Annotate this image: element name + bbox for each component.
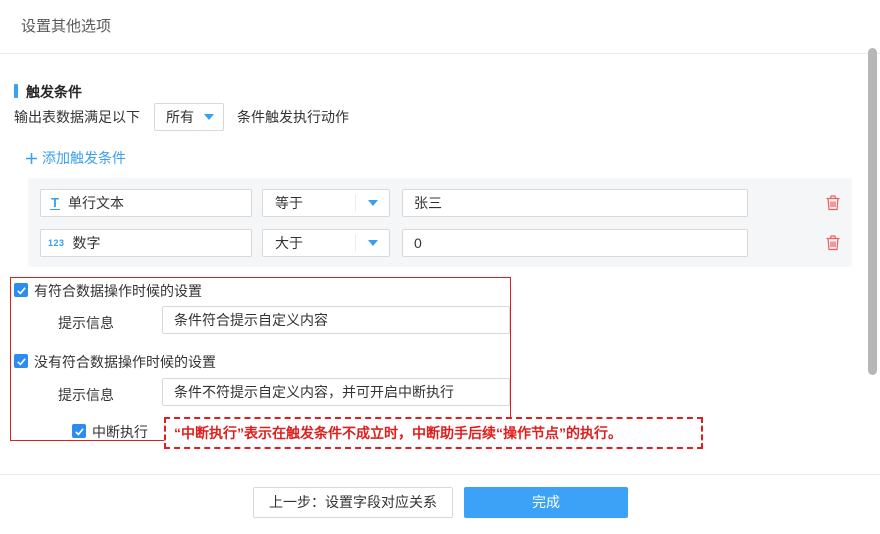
dialog-title: 设置其他选项 [21, 15, 111, 36]
section-accent-bar [14, 84, 18, 98]
delete-condition-button[interactable] [824, 234, 842, 252]
chevron-down-icon [368, 200, 378, 206]
matched-settings-label: 有符合数据操作时候的设置 [34, 284, 202, 298]
unmatched-settings-checkbox[interactable] [14, 354, 28, 368]
trash-icon [824, 234, 842, 252]
condition-value-input[interactable] [402, 229, 748, 257]
prompt-message-label: 提示信息 [58, 313, 114, 333]
select-divider [355, 194, 356, 212]
matched-settings-checkbox[interactable] [14, 283, 28, 297]
chevron-down-icon [368, 240, 378, 246]
text-field-icon: T [50, 196, 60, 210]
annotation-note: “中断执行”表示在触发条件不成立时，中断助手后续“操作节点”的执行。 [164, 417, 703, 449]
condition-operator-value: 大于 [275, 230, 303, 256]
condition-value-input[interactable] [402, 189, 748, 217]
select-divider [355, 234, 356, 252]
condition-field-select[interactable]: 123 数字 [40, 229, 252, 257]
match-mode-suffix-text: 条件触发执行动作 [237, 103, 349, 131]
check-icon [16, 356, 27, 367]
match-mode-prefix-text: 输出表数据满足以下 [14, 103, 140, 131]
set-other-options-dialog: 设置其他选项 触发条件 输出表数据满足以下 所有 条件触发执行动作 添加触发条件… [0, 0, 880, 534]
match-mode-value: 所有 [166, 104, 194, 130]
add-trigger-condition-link[interactable]: 添加触发条件 [25, 149, 126, 167]
match-mode-select[interactable]: 所有 [154, 103, 224, 131]
interrupt-execution-label: 中断执行 [92, 425, 148, 439]
trigger-conditions-heading: 触发条件 [26, 82, 82, 102]
header-divider [0, 53, 880, 54]
trash-icon [824, 194, 842, 212]
delete-condition-button[interactable] [824, 194, 842, 212]
condition-field-label: 单行文本 [68, 193, 124, 213]
number-field-icon: 123 [48, 238, 65, 248]
unmatched-settings-label: 没有符合数据操作时候的设置 [34, 355, 216, 369]
matched-prompt-input[interactable] [162, 306, 510, 334]
unmatched-prompt-input[interactable] [162, 378, 510, 406]
previous-step-button[interactable]: 上一步：设置字段对应关系 [253, 487, 453, 518]
chevron-down-icon [204, 114, 214, 120]
condition-field-label: 数字 [73, 233, 101, 253]
add-trigger-condition-label: 添加触发条件 [42, 149, 126, 167]
condition-operator-value: 等于 [275, 190, 303, 216]
plus-icon [25, 152, 38, 165]
condition-operator-select[interactable]: 大于 [262, 229, 390, 257]
footer-divider [0, 474, 880, 475]
condition-operator-select[interactable]: 等于 [262, 189, 390, 217]
check-icon [16, 285, 27, 296]
condition-field-select[interactable]: T 单行文本 [40, 189, 252, 217]
prompt-message-label: 提示信息 [58, 385, 114, 405]
finish-button[interactable]: 完成 [464, 487, 628, 518]
vertical-scrollbar-thumb[interactable] [868, 48, 877, 375]
check-icon [74, 426, 85, 437]
interrupt-execution-checkbox[interactable] [72, 424, 86, 438]
